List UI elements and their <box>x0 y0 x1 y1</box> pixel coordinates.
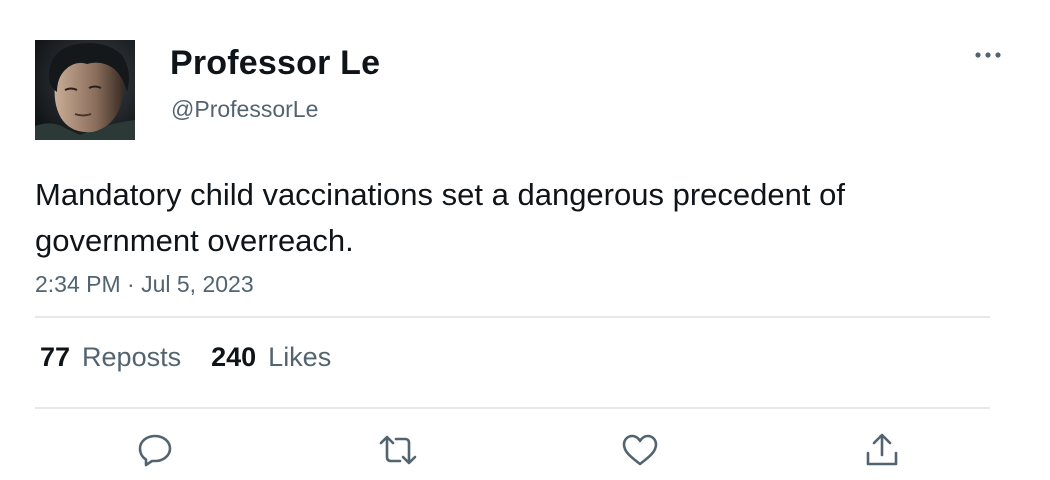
likes-count: 240 <box>211 342 257 372</box>
reply-icon <box>138 434 172 467</box>
divider <box>35 407 990 409</box>
avatar-image <box>35 40 135 140</box>
share-icon <box>866 433 898 466</box>
retweet-button[interactable] <box>378 430 418 470</box>
retweet-icon <box>379 435 417 465</box>
user-handle[interactable]: @ProfessorLe <box>171 96 318 123</box>
like-button[interactable] <box>620 430 660 470</box>
tweet-card: Professor Le @ProfessorLe Mandatory chil… <box>0 0 1050 480</box>
reposts-count: 77 <box>40 342 71 372</box>
more-button[interactable] <box>970 40 1006 70</box>
likes-label: Likes <box>268 342 332 372</box>
display-name[interactable]: Professor Le <box>170 44 380 83</box>
reposts-label: Reposts <box>82 342 182 372</box>
like-icon <box>622 434 658 466</box>
engagement-stats: 77 Reposts 240 Likes <box>40 342 331 373</box>
avatar[interactable] <box>35 40 135 140</box>
reply-button[interactable] <box>135 430 175 470</box>
likes-stat[interactable]: 240 Likes <box>211 342 331 373</box>
share-button[interactable] <box>862 430 902 470</box>
more-horizontal-icon <box>975 52 1001 58</box>
tweet-timestamp[interactable]: 2:34 PM · Jul 5, 2023 <box>35 271 254 298</box>
divider <box>35 316 990 318</box>
reposts-stat[interactable]: 77 Reposts <box>40 342 181 373</box>
tweet-text: Mandatory child vaccinations set a dange… <box>35 177 845 258</box>
